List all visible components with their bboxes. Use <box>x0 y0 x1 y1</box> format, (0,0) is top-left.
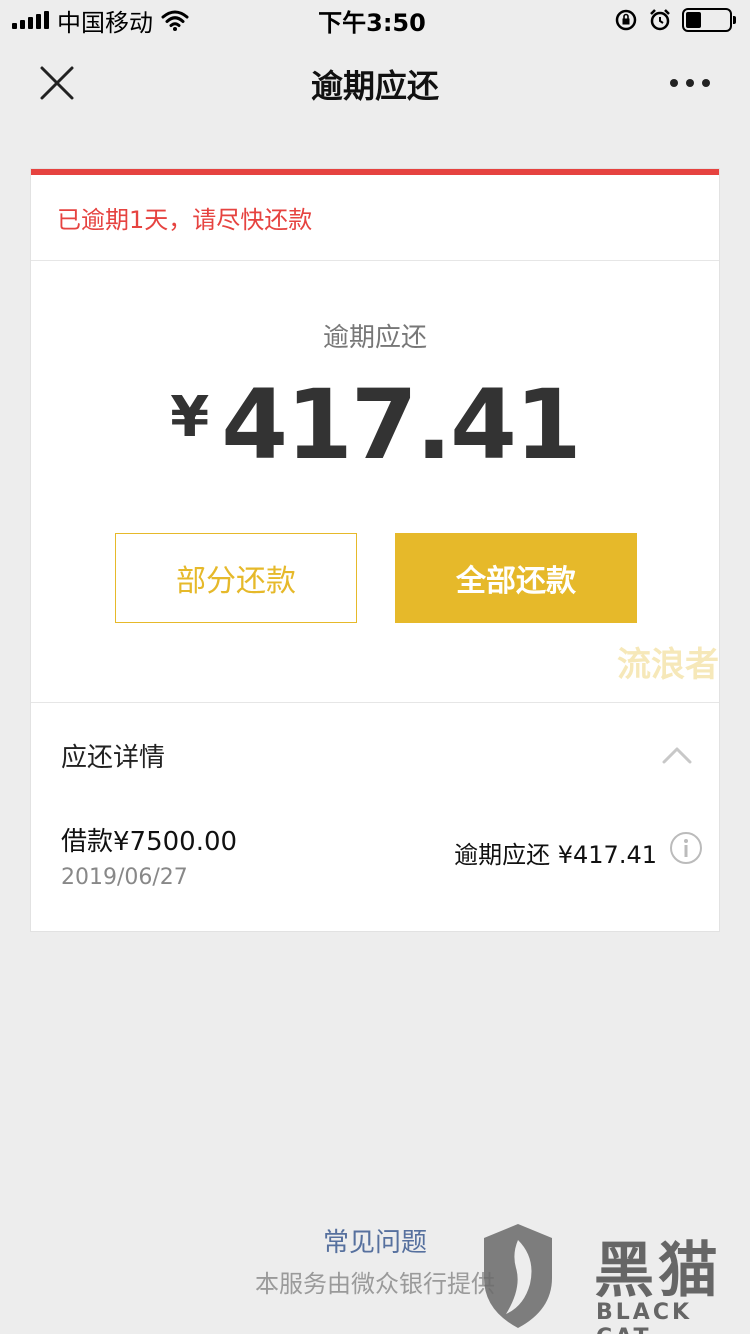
status-left: 中国移动 <box>12 3 272 38</box>
chevron-up-icon[interactable] <box>661 745 693 765</box>
overdue-notice: 已逾期1天，请尽快还款 <box>31 175 719 261</box>
currency-symbol: ¥ <box>170 385 210 450</box>
loan-date: 2019/06/27 <box>61 865 188 890</box>
alarm-icon <box>650 9 670 31</box>
detail-header[interactable]: 应还详情 <box>31 703 719 807</box>
repayment-card: 已逾期1天，请尽快还款 逾期应还 ¥417.41 部分还款 全部还款 流浪者 应… <box>30 168 720 932</box>
info-icon[interactable] <box>669 831 703 865</box>
battery-icon <box>681 8 736 32</box>
user-watermark: 流浪者 <box>617 645 719 685</box>
status-bar: 中国移动 下午3:50 <box>0 0 750 40</box>
battery-fill <box>685 12 701 28</box>
amount-value: ¥417.41 <box>31 369 719 481</box>
wifi-icon <box>161 10 189 31</box>
nav-bar: 逾期应还 <box>0 40 750 128</box>
signal-icon <box>12 11 49 29</box>
loan-due-amount: 逾期应还 ¥417.41 <box>454 841 657 869</box>
orientation-lock-icon <box>615 9 637 31</box>
amount-number: 417.41 <box>221 369 581 481</box>
amount-section: 逾期应还 ¥417.41 部分还款 全部还款 流浪者 <box>31 261 719 703</box>
loan-row: 借款¥7500.00 2019/06/27 逾期应还 ¥417.41 <box>31 807 719 931</box>
black-cat-en: BLACK CAT <box>596 1300 693 1334</box>
detail-title: 应还详情 <box>61 742 166 773</box>
partial-repay-button[interactable]: 部分还款 <box>115 533 357 623</box>
close-icon[interactable] <box>36 62 78 104</box>
status-time: 下午3:50 <box>318 8 426 37</box>
carrier-name: 中国移动 <box>57 8 153 37</box>
loan-amount: 借款¥7500.00 <box>61 827 238 857</box>
page-title: 逾期应还 <box>310 67 439 105</box>
full-repay-button[interactable]: 全部还款 <box>395 533 637 623</box>
black-cat-cn: 黑猫 <box>594 1236 722 1306</box>
more-icon[interactable] <box>670 70 716 96</box>
status-right <box>472 8 736 32</box>
amount-label: 逾期应还 <box>322 323 427 353</box>
